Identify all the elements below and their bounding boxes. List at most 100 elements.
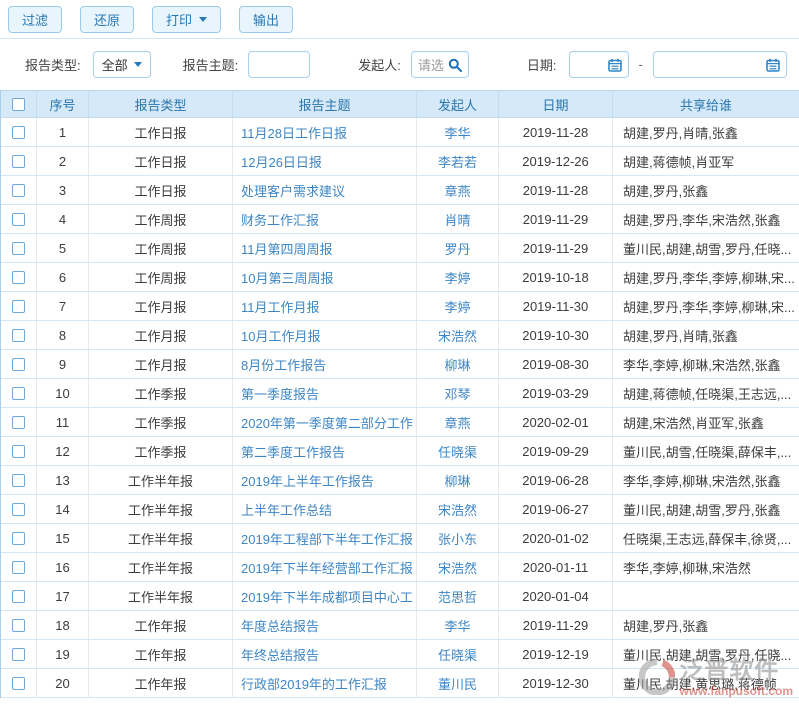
report-subject-link[interactable]: 2019年工程部下半年工作汇报 (241, 529, 413, 548)
row-checkbox-cell (1, 350, 37, 378)
subject-input[interactable] (248, 51, 310, 78)
initiator-link[interactable]: 宋浩然 (438, 558, 477, 577)
row-checkbox[interactable] (12, 416, 25, 429)
date-label: 日期: (527, 55, 557, 74)
shared-with: 董川民,胡雪,任晓渠,薛保丰,... (613, 437, 799, 465)
row-number: 15 (37, 524, 89, 552)
row-checkbox-cell (1, 379, 37, 407)
calendar-icon[interactable] (608, 58, 622, 72)
row-checkbox-cell (1, 147, 37, 175)
report-subject-link[interactable]: 11月工作月报 (241, 297, 320, 316)
initiator-link[interactable]: 李若若 (438, 152, 477, 171)
toolbar: 过滤 还原 打印 输出 (0, 0, 799, 39)
initiator-link[interactable]: 李婷 (444, 268, 470, 287)
row-checkbox-cell (1, 611, 37, 639)
table-row: 20 工作年报 行政部2019年的工作汇报 董川民 2019-12-30 董川民… (1, 669, 799, 698)
initiator-link[interactable]: 李华 (444, 123, 470, 142)
initiator-link[interactable]: 宋浩然 (438, 500, 477, 519)
table-row: 17 工作半年报 2019年下半年成都项目中心工 范思哲 2020-01-04 (1, 582, 799, 611)
report-subject-link[interactable]: 2019年上半年工作报告 (241, 471, 374, 490)
table-row: 3 工作日报 处理客户需求建议 章燕 2019-11-28 胡建,罗丹,张鑫 (1, 176, 799, 205)
report-subject-link[interactable]: 10月第三周周报 (241, 268, 333, 287)
report-subject-link[interactable]: 10月工作月报 (241, 326, 320, 345)
initiator-link[interactable]: 邓琴 (444, 384, 470, 403)
row-checkbox[interactable] (12, 561, 25, 574)
row-checkbox[interactable] (12, 619, 25, 632)
initiator-picker[interactable]: 请选 (411, 51, 469, 78)
shared-with: 李华,李婷,柳琳,宋浩然,张鑫 (613, 466, 799, 494)
report-subject-link[interactable]: 11月第四周周报 (241, 239, 333, 258)
calendar-icon[interactable] (766, 58, 780, 72)
row-checkbox[interactable] (12, 532, 25, 545)
row-checkbox[interactable] (12, 126, 25, 139)
initiator-link[interactable]: 罗丹 (444, 239, 470, 258)
row-number: 8 (37, 321, 89, 349)
row-checkbox[interactable] (12, 677, 25, 690)
shared-with: 胡建,罗丹,张鑫 (613, 176, 799, 204)
report-subject-link[interactable]: 8月份工作报告 (241, 355, 326, 374)
report-subject-link[interactable]: 财务工作汇报 (241, 210, 319, 229)
report-subject-link[interactable]: 12月26日日报 (241, 152, 322, 171)
report-subject-link[interactable]: 第一季度报告 (241, 384, 319, 403)
report-subject-link[interactable]: 2019年下半年经营部工作汇报 (241, 558, 413, 577)
initiator-link[interactable]: 宋浩然 (438, 326, 477, 345)
date-from-input[interactable] (569, 51, 629, 78)
row-checkbox[interactable] (12, 271, 25, 284)
initiator-link[interactable]: 肖晴 (444, 210, 470, 229)
row-checkbox[interactable] (12, 648, 25, 661)
shared-with: 胡建,罗丹,张鑫 (613, 611, 799, 639)
report-subject-link[interactable]: 行政部2019年的工作汇报 (241, 674, 387, 693)
row-checkbox[interactable] (12, 590, 25, 603)
date-to-input[interactable] (653, 51, 787, 78)
report-type: 工作半年报 (89, 495, 233, 523)
row-checkbox[interactable] (12, 155, 25, 168)
search-icon[interactable] (448, 58, 462, 72)
row-checkbox[interactable] (12, 503, 25, 516)
initiator-link[interactable]: 任晓渠 (438, 645, 477, 664)
row-checkbox-cell (1, 321, 37, 349)
row-checkbox[interactable] (12, 387, 25, 400)
shared-with: 董川民,胡建,胡雪,罗丹,任晓... (613, 234, 799, 262)
report-subject-link[interactable]: 上半年工作总结 (241, 500, 332, 519)
initiator-link[interactable]: 章燕 (444, 413, 470, 432)
export-button[interactable]: 输出 (239, 6, 293, 33)
filter-button[interactable]: 过滤 (8, 6, 62, 33)
initiator-link[interactable]: 张小东 (438, 529, 477, 548)
initiator-link[interactable]: 李华 (444, 616, 470, 635)
report-type: 工作月报 (89, 350, 233, 378)
report-subject-link[interactable]: 2019年下半年成都项目中心工 (241, 587, 413, 606)
initiator-link[interactable]: 范思哲 (438, 587, 477, 606)
report-type-select[interactable]: 全部 (93, 51, 151, 78)
row-checkbox[interactable] (12, 474, 25, 487)
report-subject-link[interactable]: 第二季度工作报告 (241, 442, 345, 461)
report-subject-link[interactable]: 处理客户需求建议 (241, 181, 345, 200)
row-checkbox[interactable] (12, 329, 25, 342)
report-date: 2019-11-29 (499, 611, 613, 639)
row-checkbox[interactable] (12, 445, 25, 458)
report-subject-link[interactable]: 11月28日工作日报 (241, 123, 347, 142)
initiator-link[interactable]: 柳琳 (444, 355, 470, 374)
shared-with: 胡建,宋浩然,肖亚军,张鑫 (613, 408, 799, 436)
report-subject-link[interactable]: 2020年第一季度第二部分工作 (241, 413, 413, 432)
initiator-link[interactable]: 任晓渠 (438, 442, 477, 461)
header-checkbox-cell (1, 91, 37, 117)
initiator-link[interactable]: 李婷 (444, 297, 470, 316)
report-date: 2019-12-30 (499, 669, 613, 697)
row-checkbox-cell (1, 669, 37, 697)
report-subject-link[interactable]: 年度总结报告 (241, 616, 319, 635)
restore-button[interactable]: 还原 (80, 6, 134, 33)
row-checkbox[interactable] (12, 213, 25, 226)
row-checkbox-cell (1, 495, 37, 523)
initiator-link[interactable]: 柳琳 (444, 471, 470, 490)
column-header-initiator: 发起人 (417, 91, 499, 117)
initiator-link[interactable]: 董川民 (438, 674, 477, 693)
report-subject-link[interactable]: 年终总结报告 (241, 645, 319, 664)
print-button[interactable]: 打印 (152, 6, 221, 33)
select-all-checkbox[interactable] (12, 98, 25, 111)
row-checkbox[interactable] (12, 184, 25, 197)
row-checkbox[interactable] (12, 300, 25, 313)
initiator-link[interactable]: 章燕 (444, 181, 470, 200)
row-checkbox[interactable] (12, 242, 25, 255)
row-checkbox[interactable] (12, 358, 25, 371)
table-row: 2 工作日报 12月26日日报 李若若 2019-12-26 胡建,蒋德帧,肖亚… (1, 147, 799, 176)
